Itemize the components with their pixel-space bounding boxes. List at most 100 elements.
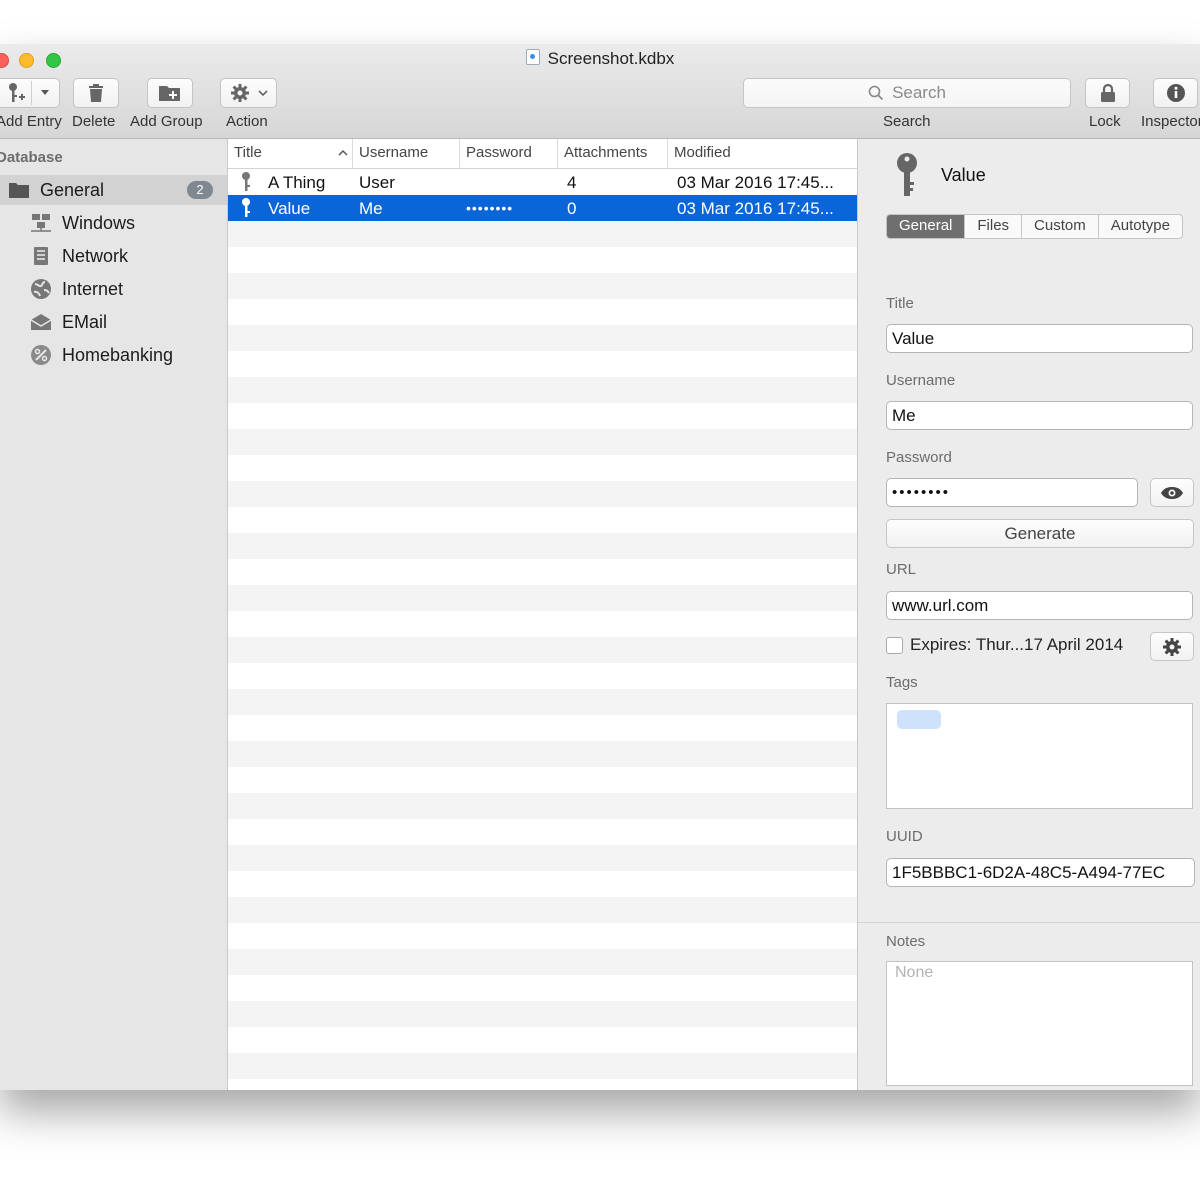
username-field[interactable]: Me: [886, 401, 1193, 430]
cell-username: User: [359, 173, 395, 192]
delete-button[interactable]: [73, 78, 119, 108]
table-row[interactable]: A Thing User 4 03 Mar 2016 17:45...: [228, 169, 857, 195]
expires-label: Expires: Thur...17 April 2014: [910, 635, 1124, 654]
windows-network-icon: [30, 212, 52, 234]
add-group-button[interactable]: [147, 78, 193, 108]
tag-token[interactable]: [897, 710, 941, 729]
sidebar-item-homebanking[interactable]: Homebanking: [0, 340, 227, 370]
empty-row-stripe: [228, 247, 857, 273]
toolbar: Screenshot.kdbx Add Entry Delete Add Gro…: [0, 44, 1200, 139]
column-header-title[interactable]: Title: [228, 139, 353, 168]
uuid-label: UUID: [886, 828, 923, 845]
expires-checkbox[interactable]: [886, 637, 903, 654]
cell-password: ••••••••: [466, 200, 514, 216]
tab-general[interactable]: General: [887, 215, 966, 238]
table-header: Title Username Password Attachments Modi…: [228, 139, 857, 169]
sidebar-item-label: Network: [62, 245, 129, 266]
column-header-label: Attachments: [564, 144, 648, 161]
add-entry-button[interactable]: [0, 78, 60, 108]
sidebar-item-label: Windows: [62, 212, 136, 233]
empty-row-stripe: [228, 559, 857, 585]
empty-row-stripe: [228, 897, 857, 923]
column-header-username[interactable]: Username: [353, 139, 460, 168]
sidebar-item-internet[interactable]: Internet: [0, 274, 227, 304]
inspector-panel: Value General Files Custom Autotype Titl…: [858, 139, 1200, 1090]
tab-custom[interactable]: Custom: [1022, 215, 1099, 238]
server-icon: [30, 245, 52, 267]
expires-settings-button[interactable]: [1150, 632, 1194, 661]
empty-row-stripe: [228, 715, 857, 741]
cell-attachments: 4: [567, 173, 577, 192]
empty-row-stripe: [228, 351, 857, 377]
empty-row-stripe: [228, 663, 857, 689]
title-field[interactable]: Value: [886, 324, 1193, 353]
empty-row-stripe: [228, 975, 857, 1001]
window-title: Screenshot.kdbx: [0, 49, 1200, 69]
cell-title: A Thing: [268, 173, 326, 192]
empty-row-stripe: [228, 273, 857, 299]
inspector-tabs: General Files Custom Autotype: [886, 214, 1183, 239]
lock-label: Lock: [1089, 113, 1121, 130]
cell-username: Me: [359, 199, 383, 218]
search-input[interactable]: Search: [743, 78, 1071, 108]
column-header-attachments[interactable]: Attachments: [558, 139, 668, 168]
key-add-icon: [9, 83, 25, 102]
empty-row-stripe: [228, 481, 857, 507]
empty-row-stripe: [228, 793, 857, 819]
tags-field[interactable]: [886, 703, 1193, 809]
empty-row-stripe: [228, 1027, 857, 1053]
sidebar-item-label: Homebanking: [62, 344, 174, 365]
cell-password: [466, 169, 556, 195]
sidebar-item-label: Internet: [62, 278, 124, 299]
empty-row-stripe: [228, 845, 857, 871]
empty-row-stripe: [228, 611, 857, 637]
notes-field[interactable]: None: [886, 961, 1193, 1086]
generate-button[interactable]: Generate: [886, 519, 1194, 548]
chevron-down-icon[interactable]: [40, 89, 50, 97]
cell-modified: 03 Mar 2016 17:45...: [677, 199, 834, 218]
notes-placeholder: None: [895, 964, 934, 981]
title-label: Title: [886, 295, 914, 312]
sidebar-item-general[interactable]: General 2: [0, 175, 227, 205]
lock-button[interactable]: [1085, 78, 1130, 108]
cell-title: Value: [268, 199, 311, 218]
lock-icon: [1100, 83, 1115, 102]
add-group-label: Add Group: [130, 113, 203, 130]
column-header-modified[interactable]: Modified: [668, 139, 857, 168]
inspector-button[interactable]: [1153, 78, 1198, 108]
search-icon: [868, 85, 884, 101]
column-header-label: Modified: [674, 144, 731, 161]
search-label: Search: [883, 113, 931, 130]
uuid-field[interactable]: 1F5BBBC1-6D2A-48C5-A494-77EC: [886, 858, 1195, 887]
empty-row-stripe: [228, 819, 857, 845]
reveal-password-button[interactable]: [1150, 478, 1194, 507]
tab-autotype[interactable]: Autotype: [1099, 215, 1182, 238]
generate-label: Generate: [1004, 523, 1076, 543]
empty-row-stripe: [228, 299, 857, 325]
password-field[interactable]: ••••••••: [886, 478, 1138, 507]
empty-row-stripe: [228, 507, 857, 533]
document-icon: [525, 49, 540, 65]
sidebar-header: Database: [0, 149, 63, 166]
delete-label: Delete: [72, 113, 116, 130]
sidebar-item-email[interactable]: EMail: [0, 307, 227, 337]
column-header-label: Password: [466, 144, 532, 161]
sort-ascending-icon: [338, 149, 348, 156]
notes-divider: [858, 922, 1200, 923]
percent-icon: [30, 344, 52, 366]
empty-row-stripe: [228, 923, 857, 949]
tags-label: Tags: [886, 674, 918, 691]
username-label: Username: [886, 372, 956, 389]
sidebar-item-network[interactable]: Network: [0, 241, 227, 271]
action-button[interactable]: [220, 78, 277, 108]
empty-row-stripe: [228, 689, 857, 715]
column-header-password[interactable]: Password: [460, 139, 558, 168]
empty-row-stripe: [228, 767, 857, 793]
sidebar-item-windows[interactable]: Windows: [0, 208, 227, 238]
url-field[interactable]: www.url.com: [886, 591, 1193, 620]
window-title-text: Screenshot.kdbx: [547, 49, 675, 68]
tab-files[interactable]: Files: [965, 215, 1023, 238]
table-row[interactable]: Value Me •••••••• 0 03 Mar 2016 17:45...: [228, 195, 857, 221]
trash-icon: [89, 84, 103, 102]
url-label: URL: [886, 561, 917, 578]
